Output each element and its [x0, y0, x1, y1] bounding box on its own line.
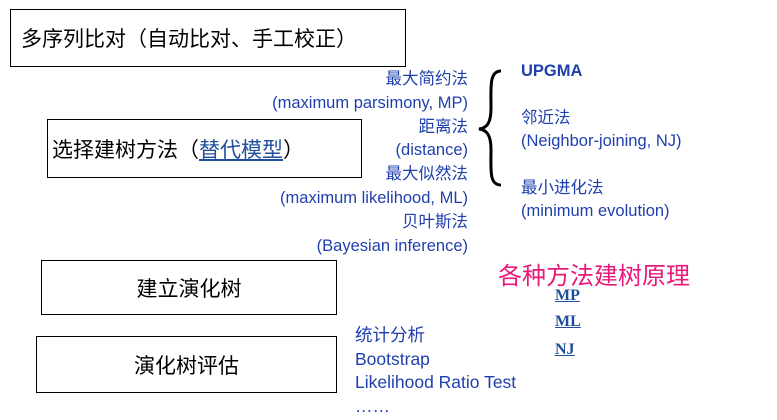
evaluation-bootstrap: Bootstrap: [355, 348, 430, 369]
method-distance-en: (distance): [395, 141, 468, 160]
distance-method-me-cn: 最小进化法: [521, 179, 604, 197]
step-build-label: 建立演化树: [136, 276, 242, 301]
distance-method-me-en: (minimum evolution): [521, 202, 670, 220]
distance-method-nj-cn: 邻近法: [521, 109, 571, 127]
method-mp-en: (maximum parsimony, MP): [272, 93, 468, 112]
evaluation-lrt: Likelihood Ratio Test: [355, 372, 517, 392]
distance-method-nj-en: (Neighbor-joining, NJ): [521, 132, 682, 150]
step-msa-label: 多序列比对（自动比对、手工校正）: [21, 27, 357, 51]
distance-method-me: 最小进化法 (minimum evolution): [521, 177, 670, 223]
step-evaluate-label: 演化树评估: [134, 353, 239, 378]
method-distance-cn: 距离法: [418, 117, 469, 136]
distance-method-upgma: UPGMA: [521, 62, 583, 80]
curly-brace-icon: [478, 69, 502, 187]
step-msa: 多序列比对（自动比对、手工校正）: [10, 9, 406, 67]
methods-list: 最大简约法 (maximum parsimony, MP) 距离法 (dista…: [168, 68, 468, 258]
method-mp-cn: 最大简约法: [385, 70, 469, 88]
evaluation-methods: 统计分析 Bootstrap Likelihood Ratio Test ……: [355, 324, 516, 418]
principles-title: 各种方法建树原理: [498, 262, 690, 290]
principle-link-mp[interactable]: MP: [555, 287, 580, 305]
evaluation-stat: 统计分析: [355, 325, 425, 345]
principle-link-nj[interactable]: NJ: [555, 341, 575, 359]
method-ml-cn: 最大似然法: [385, 165, 469, 184]
distance-method-nj: 邻近法 (Neighbor-joining, NJ): [521, 107, 681, 153]
method-bayes-cn: 贝叶斯法: [402, 212, 468, 231]
step-build-tree: 建立演化树: [41, 260, 337, 315]
step-evaluate-tree: 演化树评估: [36, 336, 337, 393]
method-bayes-en: (Bayesian inference): [316, 236, 468, 255]
evaluation-ellipsis: ……: [355, 395, 390, 416]
principle-link-ml[interactable]: ML: [555, 313, 581, 331]
method-ml-en: (maximum likelihood, ML): [280, 188, 468, 207]
